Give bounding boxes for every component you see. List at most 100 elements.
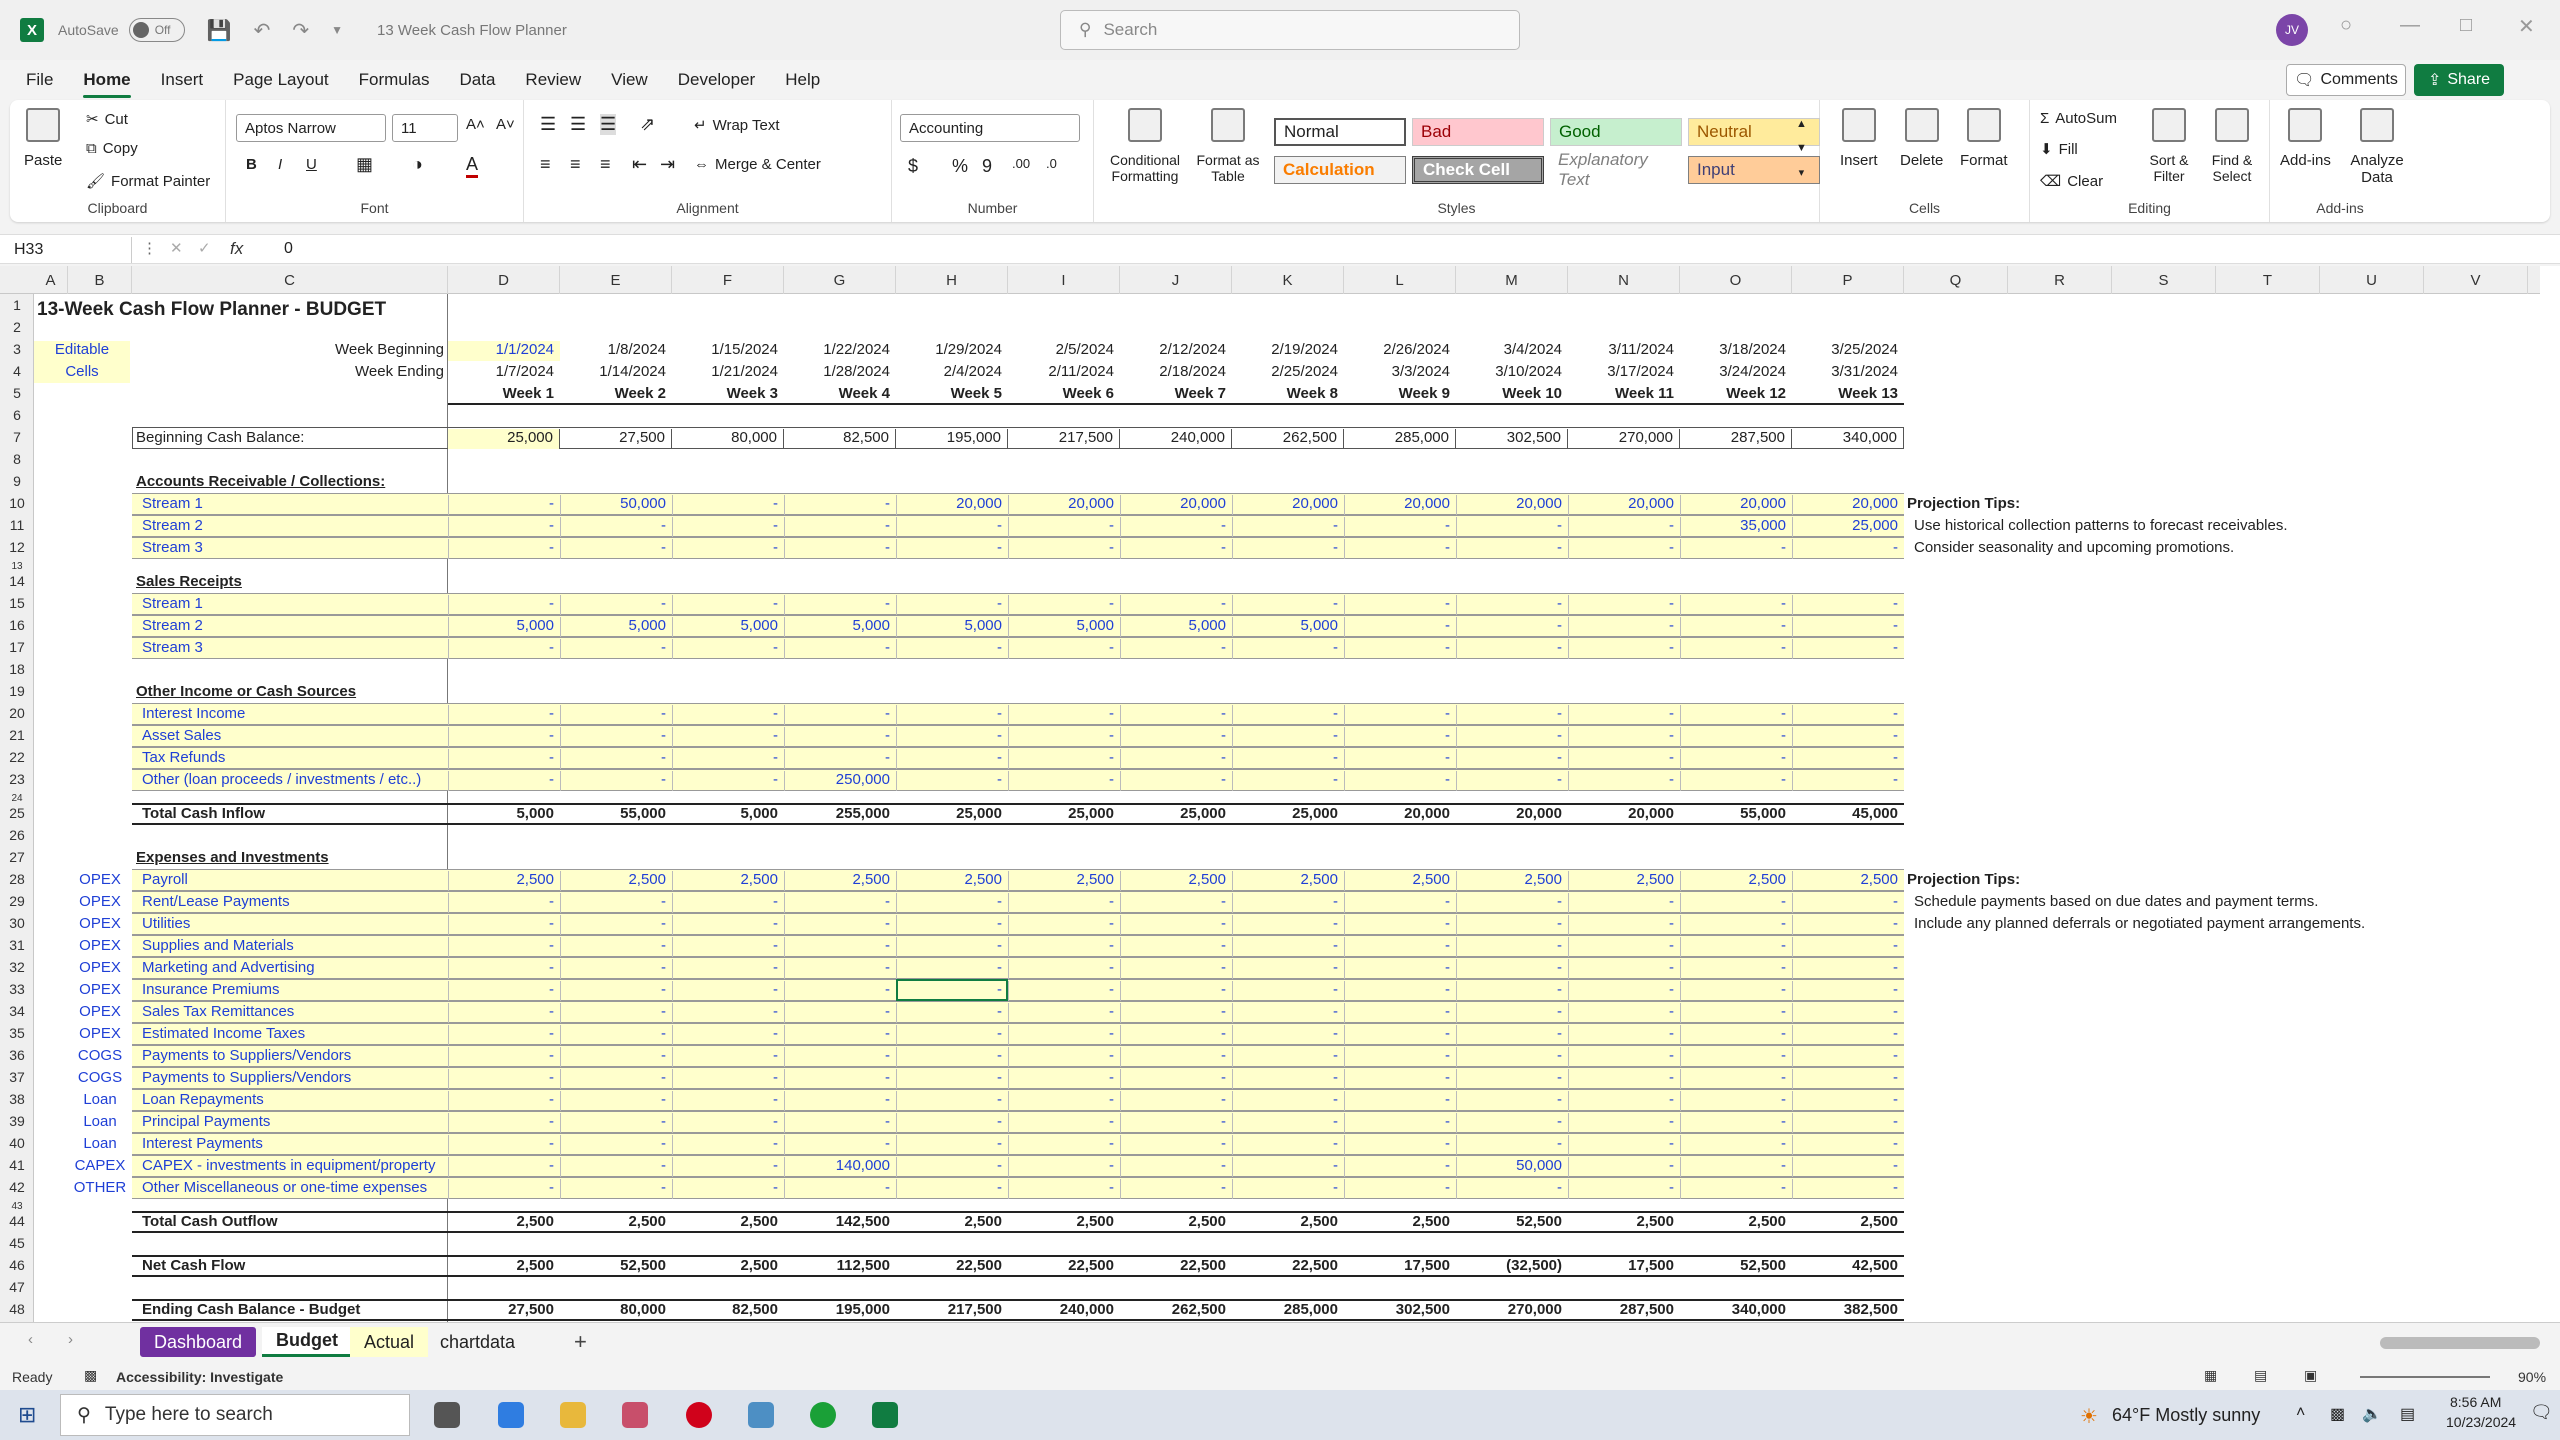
excel-taskbar-icon[interactable] <box>872 1402 898 1428</box>
week-beginning-date[interactable]: 2/12/2024 <box>1120 341 1232 361</box>
line-item-value[interactable]: - <box>1120 1047 1232 1067</box>
week-number[interactable]: Week 9 <box>1344 385 1456 405</box>
line-item-value[interactable]: - <box>784 1113 896 1133</box>
line-item-label[interactable]: CAPEX - investments in equipment/propert… <box>132 1157 448 1177</box>
line-item-value[interactable]: - <box>1680 771 1792 791</box>
add-sheet-icon[interactable]: + <box>574 1329 587 1355</box>
align-center-icon[interactable]: ≡ <box>570 154 581 175</box>
line-item-value[interactable]: - <box>1456 959 1568 979</box>
line-item-value[interactable]: - <box>1568 1091 1680 1111</box>
line-item-value[interactable]: - <box>448 1047 560 1067</box>
total-outflow-value[interactable]: 142,500 <box>784 1213 896 1233</box>
column-header-d[interactable]: D <box>448 266 560 294</box>
ending-cash-value[interactable]: 195,000 <box>784 1301 896 1321</box>
beginning-cash-value[interactable]: 217,500 <box>1008 429 1120 449</box>
clear-button[interactable]: ⌫ Clear <box>2040 172 2103 191</box>
total-outflow-value[interactable]: 2,500 <box>1008 1213 1120 1233</box>
paste-button[interactable]: Paste <box>24 108 62 169</box>
line-item-label[interactable]: Payments to Suppliers/Vendors <box>132 1047 448 1067</box>
maximize-icon[interactable]: □ <box>2460 14 2472 37</box>
ending-cash-value[interactable]: 270,000 <box>1456 1301 1568 1321</box>
increase-font-icon[interactable]: A˄ <box>466 116 485 133</box>
week-beginning-date[interactable]: 1/22/2024 <box>784 341 896 361</box>
ending-cash-value[interactable]: 262,500 <box>1120 1301 1232 1321</box>
net-cash-flow-label[interactable]: Net Cash Flow <box>132 1257 448 1277</box>
line-item-value[interactable]: - <box>784 937 896 957</box>
total-outflow-value[interactable]: 2,500 <box>1344 1213 1456 1233</box>
week-ending-date[interactable]: 3/17/2024 <box>1568 363 1680 383</box>
line-item-value[interactable]: - <box>560 1157 672 1177</box>
line-item-value[interactable]: - <box>560 1135 672 1155</box>
total-inflow-value[interactable]: 25,000 <box>1120 805 1232 825</box>
line-item-value[interactable]: 5,000 <box>672 617 784 637</box>
line-item-value[interactable]: - <box>896 893 1008 913</box>
line-item-value[interactable]: - <box>1792 639 1904 659</box>
line-item-value[interactable]: - <box>1344 1179 1456 1199</box>
expense-category[interactable]: OPEX <box>68 871 132 891</box>
line-item-value[interactable]: - <box>1120 539 1232 559</box>
column-header-o[interactable]: O <box>1680 266 1792 294</box>
macro-icon[interactable]: ▩ <box>84 1367 97 1384</box>
row-header[interactable]: 45 <box>0 1235 34 1251</box>
line-item-value[interactable]: - <box>448 517 560 537</box>
line-item-value[interactable]: - <box>1344 595 1456 615</box>
delete-cells-button[interactable]: Delete <box>1900 108 1943 169</box>
align-left-icon[interactable]: ≡ <box>540 154 551 175</box>
line-item-value[interactable]: - <box>1232 1113 1344 1133</box>
line-item-value[interactable]: - <box>672 749 784 769</box>
total-outflow-label[interactable]: Total Cash Outflow <box>132 1213 448 1233</box>
beginning-cash-label[interactable]: Beginning Cash Balance: <box>132 429 448 449</box>
week-number[interactable]: Week 3 <box>672 385 784 405</box>
week-ending-date[interactable]: 1/7/2024 <box>448 363 560 383</box>
line-item-value[interactable]: - <box>1680 893 1792 913</box>
line-item-value[interactable]: - <box>1120 705 1232 725</box>
line-item-value[interactable]: - <box>896 1091 1008 1111</box>
line-item-value[interactable]: - <box>1232 1179 1344 1199</box>
row-header[interactable]: 20 <box>0 705 34 721</box>
row-header[interactable]: 17 <box>0 639 34 655</box>
menu-review[interactable]: Review <box>525 70 581 90</box>
line-item-value[interactable]: 250,000 <box>784 771 896 791</box>
line-item-value[interactable]: - <box>448 727 560 747</box>
format-as-table-button[interactable]: Format as Table <box>1190 108 1266 184</box>
line-item-value[interactable]: - <box>1792 1157 1904 1177</box>
line-item-value[interactable]: - <box>1792 893 1904 913</box>
line-item-value[interactable]: - <box>1456 639 1568 659</box>
row-header[interactable]: 16 <box>0 617 34 633</box>
line-item-value[interactable]: - <box>1232 771 1344 791</box>
line-item-value[interactable]: - <box>1232 1157 1344 1177</box>
enter-icon[interactable]: ✓ <box>198 239 211 257</box>
line-item-value[interactable]: - <box>1456 915 1568 935</box>
row-header[interactable]: 43 <box>0 1201 34 1212</box>
sheet-tab-actual[interactable]: Actual <box>350 1327 429 1357</box>
line-item-value[interactable]: - <box>1232 893 1344 913</box>
line-item-value[interactable]: - <box>1344 705 1456 725</box>
sort-filter-button[interactable]: Sort & Filter <box>2142 108 2196 184</box>
line-item-value[interactable]: - <box>1680 705 1792 725</box>
line-item-value[interactable]: - <box>1344 937 1456 957</box>
line-item-value[interactable]: - <box>672 1069 784 1089</box>
line-item-value[interactable]: - <box>1120 1003 1232 1023</box>
line-item-value[interactable]: - <box>784 727 896 747</box>
line-item-value[interactable]: 20,000 <box>1568 495 1680 515</box>
week-beginning-date[interactable]: 1/8/2024 <box>560 341 672 361</box>
line-item-value[interactable]: - <box>784 1135 896 1155</box>
line-item-value[interactable]: - <box>448 749 560 769</box>
line-item-value[interactable]: - <box>672 981 784 1001</box>
line-item-value[interactable]: - <box>1008 705 1120 725</box>
line-item-label[interactable]: Sales Tax Remittances <box>132 1003 448 1023</box>
menu-file[interactable]: File <box>26 70 53 90</box>
conditional-formatting-button[interactable]: Conditional Formatting <box>1100 108 1190 184</box>
row-header[interactable]: 46 <box>0 1257 34 1273</box>
line-item-label[interactable]: Loan Repayments <box>132 1091 448 1111</box>
column-header-f[interactable]: F <box>672 266 784 294</box>
editable-cells-legend-2[interactable]: Cells <box>34 363 130 383</box>
line-item-value[interactable]: - <box>1232 539 1344 559</box>
task-view-icon[interactable] <box>434 1402 460 1428</box>
line-item-value[interactable]: - <box>1456 1003 1568 1023</box>
prev-sheet-icon[interactable]: ‹ <box>28 1331 33 1348</box>
cancel-icon[interactable]: ✕ <box>170 239 183 257</box>
line-item-value[interactable]: - <box>560 639 672 659</box>
formula-input[interactable]: 0 <box>284 240 293 258</box>
line-item-value[interactable]: - <box>896 1025 1008 1045</box>
